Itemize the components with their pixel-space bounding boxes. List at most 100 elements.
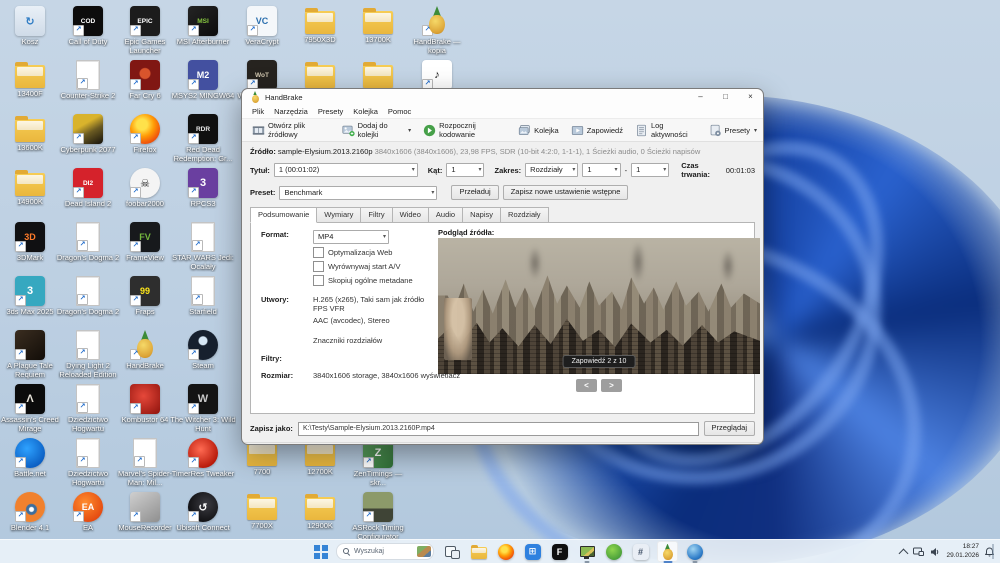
desktop-icon-handbrake-kopia[interactable]: ↗HandBrake — kopia — [404, 6, 470, 56]
tab-wideo[interactable]: Wideo — [393, 207, 429, 223]
desktop-icon-firefox[interactable]: ↗Firefox — [112, 114, 178, 155]
preset-select[interactable]: Benchmark — [279, 186, 437, 200]
show-desktop-button[interactable] — [992, 544, 994, 559]
maximize-button[interactable]: □ — [713, 89, 738, 105]
desktop-icon-13400f[interactable]: 13400F — [0, 60, 63, 99]
save-new-preset-button[interactable]: Zapisz nowe ustawienie wstępne — [503, 185, 629, 200]
title-select[interactable]: 1 (00:01:02) — [274, 163, 418, 177]
desktop-icon-timerres-tweaker[interactable]: ↗TimerRes Tweaker — [170, 438, 236, 479]
save-path-input[interactable]: K:\Testy\Sample-Elysium.2013.2160P.mp4 — [298, 422, 699, 436]
fancontrol-button[interactable]: F — [549, 541, 570, 562]
preview-next-button[interactable]: > — [601, 379, 622, 392]
desktop-icon-veracrypt[interactable]: VC↗VeraCrypt — [229, 6, 295, 47]
browse-button[interactable]: Przeglądaj — [704, 421, 755, 436]
toolbar-log-aktywności-button[interactable]: Log aktywności — [629, 119, 703, 141]
desktop-icon-13600k[interactable]: 13600K — [0, 114, 63, 153]
menu-narzędzia[interactable]: Narzędzia — [269, 107, 313, 116]
desktop-icon-ubisoft-connect[interactable]: ↺↗Ubisoft Connect — [170, 492, 236, 533]
tab-audio[interactable]: Audio — [429, 207, 463, 223]
menu-kolejka[interactable]: Kolejka — [348, 107, 383, 116]
range-type-select[interactable]: Rozdziały — [525, 163, 578, 177]
clock[interactable]: 18:27 29.01.2026 — [946, 543, 979, 559]
desktop-icon-battle-net[interactable]: ↗Battle.net — [0, 438, 63, 479]
desktop-icon-red-dead-redemption-gr[interactable]: RDR↗Red Dead Redemption: Gr... — [170, 114, 236, 164]
display-tray-icon[interactable] — [913, 547, 924, 557]
system-tray: 18:27 29.01.2026 — [900, 540, 994, 563]
desktop-icon-3ds-max-2025[interactable]: 3↗3ds Max 2025 — [0, 276, 63, 317]
reload-preset-button[interactable]: Przeładuj — [451, 185, 498, 200]
desktop-icon-foobar2000[interactable]: ☠↗foobar2000 — [112, 168, 178, 209]
window-titlebar[interactable]: HandBrake – □ × — [242, 89, 763, 105]
range-to-select[interactable]: 1 — [631, 163, 669, 177]
tab-rozdziały[interactable]: Rozdziały — [501, 207, 549, 223]
desktop-icon-a-plague-tale-requiem[interactable]: ↗A Plague Tale Requiem — [0, 330, 63, 380]
toolbar-rozpocznij-kodowanie-button[interactable]: Rozpocznij kodowanie — [417, 119, 512, 141]
title-row: Tytuł: 1 (00:01:02) Kąt: 1 Zakres: Rozdz… — [242, 158, 763, 182]
desktop-icon-3dmark[interactable]: 3D↗3DMark — [0, 222, 63, 263]
desktop-icon-star-wars-jedi-ocalały[interactable]: ↗STAR WARS Jedi: Ocalały — [170, 222, 236, 272]
desktop-icon-far-cry-6[interactable]: ↗Far Cry 6 — [112, 60, 178, 101]
tray-date: 29.01.2026 — [946, 552, 979, 560]
task-view-button[interactable] — [441, 541, 462, 562]
desktop-icon-kombustor-64[interactable]: ↗Kombustor 64 — [112, 384, 178, 425]
preview-prev-button[interactable]: < — [576, 379, 597, 392]
preset-row: Preset: Benchmark Przeładuj Zapisz nowe … — [242, 182, 763, 203]
desktop-icon-frameview[interactable]: FV↗FrameView — [112, 222, 178, 263]
format-select[interactable]: MP4 — [313, 230, 389, 244]
desktop-icon-msys2-mingw64[interactable]: M2↗MSYS2 MINGW64 — [170, 60, 236, 101]
desktop-icon-7950x3d[interactable]: 7950X3D — [287, 6, 353, 45]
toolbar-otwórz-plik-źródłowy-button[interactable]: Otwórz plik źródłowy — [246, 119, 336, 141]
desktop-icon-steam[interactable]: ↗Steam — [170, 330, 236, 371]
desktop-icon-blender-4-1[interactable]: ↗Blender 4.1 — [0, 492, 63, 533]
start-button[interactable] — [312, 543, 329, 560]
firefox-button[interactable] — [495, 541, 516, 562]
desktop-icon-kosz[interactable]: ↻Kosz — [0, 6, 63, 47]
desktop-icon-12900k[interactable]: 12900K — [287, 492, 353, 531]
checkbox-box[interactable] — [313, 247, 324, 258]
angle-select[interactable]: 1 — [446, 163, 484, 177]
tab-filtry[interactable]: Filtry — [361, 207, 392, 223]
range-from-select[interactable]: 1 — [582, 163, 620, 177]
green-utility-button[interactable] — [603, 541, 624, 562]
search-input[interactable]: Wyszukaj — [336, 543, 434, 560]
desktop-icon-7700x[interactable]: 7700X — [229, 492, 295, 531]
calculator-button[interactable]: # — [630, 541, 651, 562]
menu-pomoc[interactable]: Pomoc — [383, 107, 416, 116]
desktop-icon-zentimings-skr[interactable]: Z↗ZenTimings — skr... — [345, 438, 411, 488]
toolbar-dodaj-do-kolejki-button[interactable]: Dodaj do kolejki▾ — [336, 119, 418, 141]
toolbar-presety-button[interactable]: Presety▾ — [703, 122, 763, 139]
tray-overflow-chevron-icon[interactable] — [899, 548, 909, 558]
desktop-icon-mouserecorder[interactable]: ↗MouseRecorder — [112, 492, 178, 533]
desktop-icon-14900k[interactable]: 14900K — [0, 168, 63, 207]
store-button[interactable]: ⊞ — [522, 541, 543, 562]
desktop-icon-handbrake[interactable]: ↗HandBrake — [112, 330, 178, 371]
desktop-icon-fraps[interactable]: 99↗Fraps — [112, 276, 178, 317]
desktop-icon-asrock-timing-configurator[interactable]: ↗ASRock Timing Configurator — [345, 492, 411, 542]
toolbar-zapowiedź-button[interactable]: Zapowiedź — [565, 122, 629, 139]
toolbar-kolejka-button[interactable]: Kolejka — [512, 122, 565, 139]
desktop-icon-epic-games-launcher[interactable]: EPIC↗Epic Games Launcher — [112, 6, 178, 56]
desktop-icon-marvel-s-spider-man-mil[interactable]: ↗Marvel's Spider-Man: Mil... — [112, 438, 178, 488]
menu-plik[interactable]: Plik — [247, 107, 269, 116]
tab-wymiary[interactable]: Wymiary — [317, 207, 361, 223]
desktop-icon-the-witcher-3-wild-hunt[interactable]: W↗The Witcher 3: Wild Hunt — [170, 384, 236, 434]
desktop-icon-13700k[interactable]: 13700K — [345, 6, 411, 45]
shortcut-arrow-icon: ↗ — [130, 295, 141, 306]
tab-napisy[interactable]: Napisy — [463, 207, 501, 223]
desktop-icon-rpcs3[interactable]: 3↗RPCS3 — [170, 168, 236, 209]
menu-presety[interactable]: Presety — [313, 107, 348, 116]
minimize-button[interactable]: – — [688, 89, 713, 105]
close-button[interactable]: × — [738, 89, 763, 105]
desktop-icon-msi-afterburner[interactable]: MSI↗MSI Afterburner — [170, 6, 236, 47]
handbrake-button[interactable] — [657, 541, 678, 562]
checkbox-box[interactable] — [313, 275, 324, 286]
checkbox-box[interactable] — [313, 261, 324, 272]
globe-app-button[interactable] — [684, 541, 705, 562]
size-label: Rozmiar: — [261, 371, 313, 380]
desktop-icon-assassin-s-creed-mirage[interactable]: Λ↗Assassin's Creed Mirage — [0, 384, 63, 434]
tab-podsumowanie[interactable]: Podsumowanie — [250, 207, 317, 223]
monitor-app-button[interactable] — [576, 541, 597, 562]
speaker-icon[interactable] — [930, 547, 940, 557]
file-explorer-button[interactable] — [468, 541, 489, 562]
desktop-icon-starfield[interactable]: ↗Starfield — [170, 276, 236, 317]
